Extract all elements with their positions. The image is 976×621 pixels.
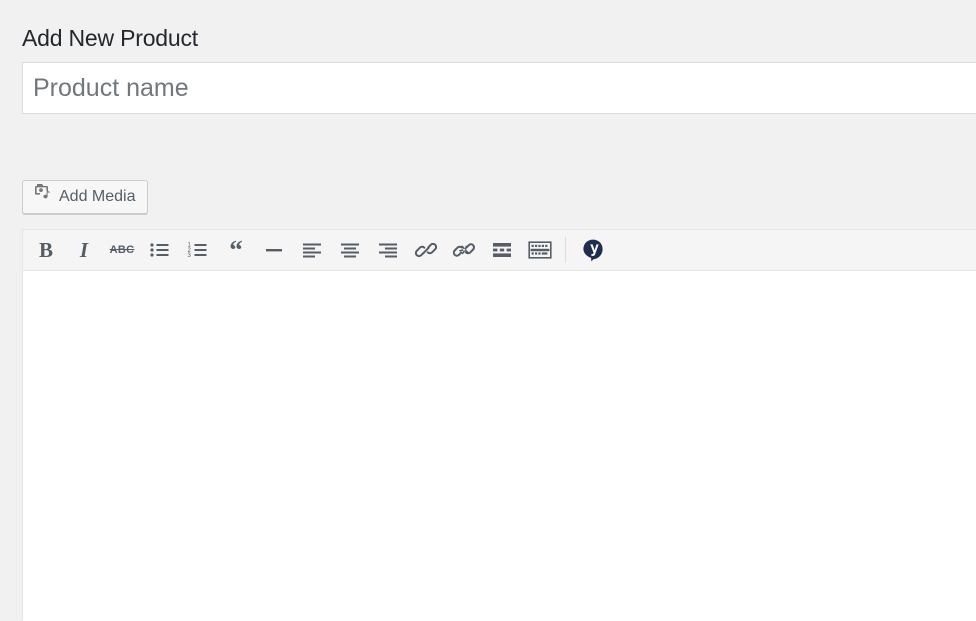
read-more-icon <box>491 241 513 259</box>
unlink-icon <box>453 240 475 260</box>
strikethrough-icon: ABC <box>109 243 135 256</box>
add-media-label: Add Media <box>59 188 136 205</box>
insert-link-button[interactable] <box>407 233 445 267</box>
content-editor: B I ABC 1 2 3 “ <box>22 229 976 621</box>
align-right-button[interactable] <box>369 233 407 267</box>
numbered-list-icon: 1 2 3 <box>187 241 209 259</box>
bulleted-list-button[interactable] <box>141 233 179 267</box>
product-title-input[interactable] <box>23 63 976 113</box>
yoast-seo-icon <box>581 238 605 262</box>
add-media-button[interactable]: Add Media <box>22 180 148 214</box>
blockquote-button[interactable]: “ <box>217 233 255 267</box>
remove-link-button[interactable] <box>445 233 483 267</box>
strikethrough-button[interactable]: ABC <box>103 233 141 267</box>
seo-analysis-button[interactable] <box>574 233 612 267</box>
editor-toolbar: B I ABC 1 2 3 “ <box>23 230 976 271</box>
italic-icon: I <box>79 237 89 262</box>
editor-content-area[interactable] <box>23 271 976 621</box>
italic-button[interactable]: I <box>65 233 103 267</box>
align-left-button[interactable] <box>293 233 331 267</box>
link-icon <box>415 240 437 260</box>
add-media-icon <box>32 181 52 213</box>
product-title-field-wrapper[interactable] <box>22 62 976 114</box>
numbered-list-button[interactable]: 1 2 3 <box>179 233 217 267</box>
svg-text:3: 3 <box>188 253 192 259</box>
blockquote-icon: “ <box>229 234 243 265</box>
page-title: Add New Product <box>22 25 198 52</box>
bold-icon: B <box>38 237 53 262</box>
media-buttons-bar: Add Media <box>22 180 976 221</box>
toolbar-toggle-icon <box>528 241 552 259</box>
bold-button[interactable]: B <box>27 233 65 267</box>
bulleted-list-icon <box>149 241 171 259</box>
align-center-icon <box>339 241 361 259</box>
align-left-icon <box>301 241 323 259</box>
toolbar-separator <box>565 237 566 263</box>
toggle-toolbar-button[interactable] <box>521 233 559 267</box>
horizontal-rule-icon <box>263 241 285 259</box>
insert-read-more-button[interactable] <box>483 233 521 267</box>
align-right-icon <box>377 241 399 259</box>
align-center-button[interactable] <box>331 233 369 267</box>
horizontal-rule-button[interactable] <box>255 233 293 267</box>
